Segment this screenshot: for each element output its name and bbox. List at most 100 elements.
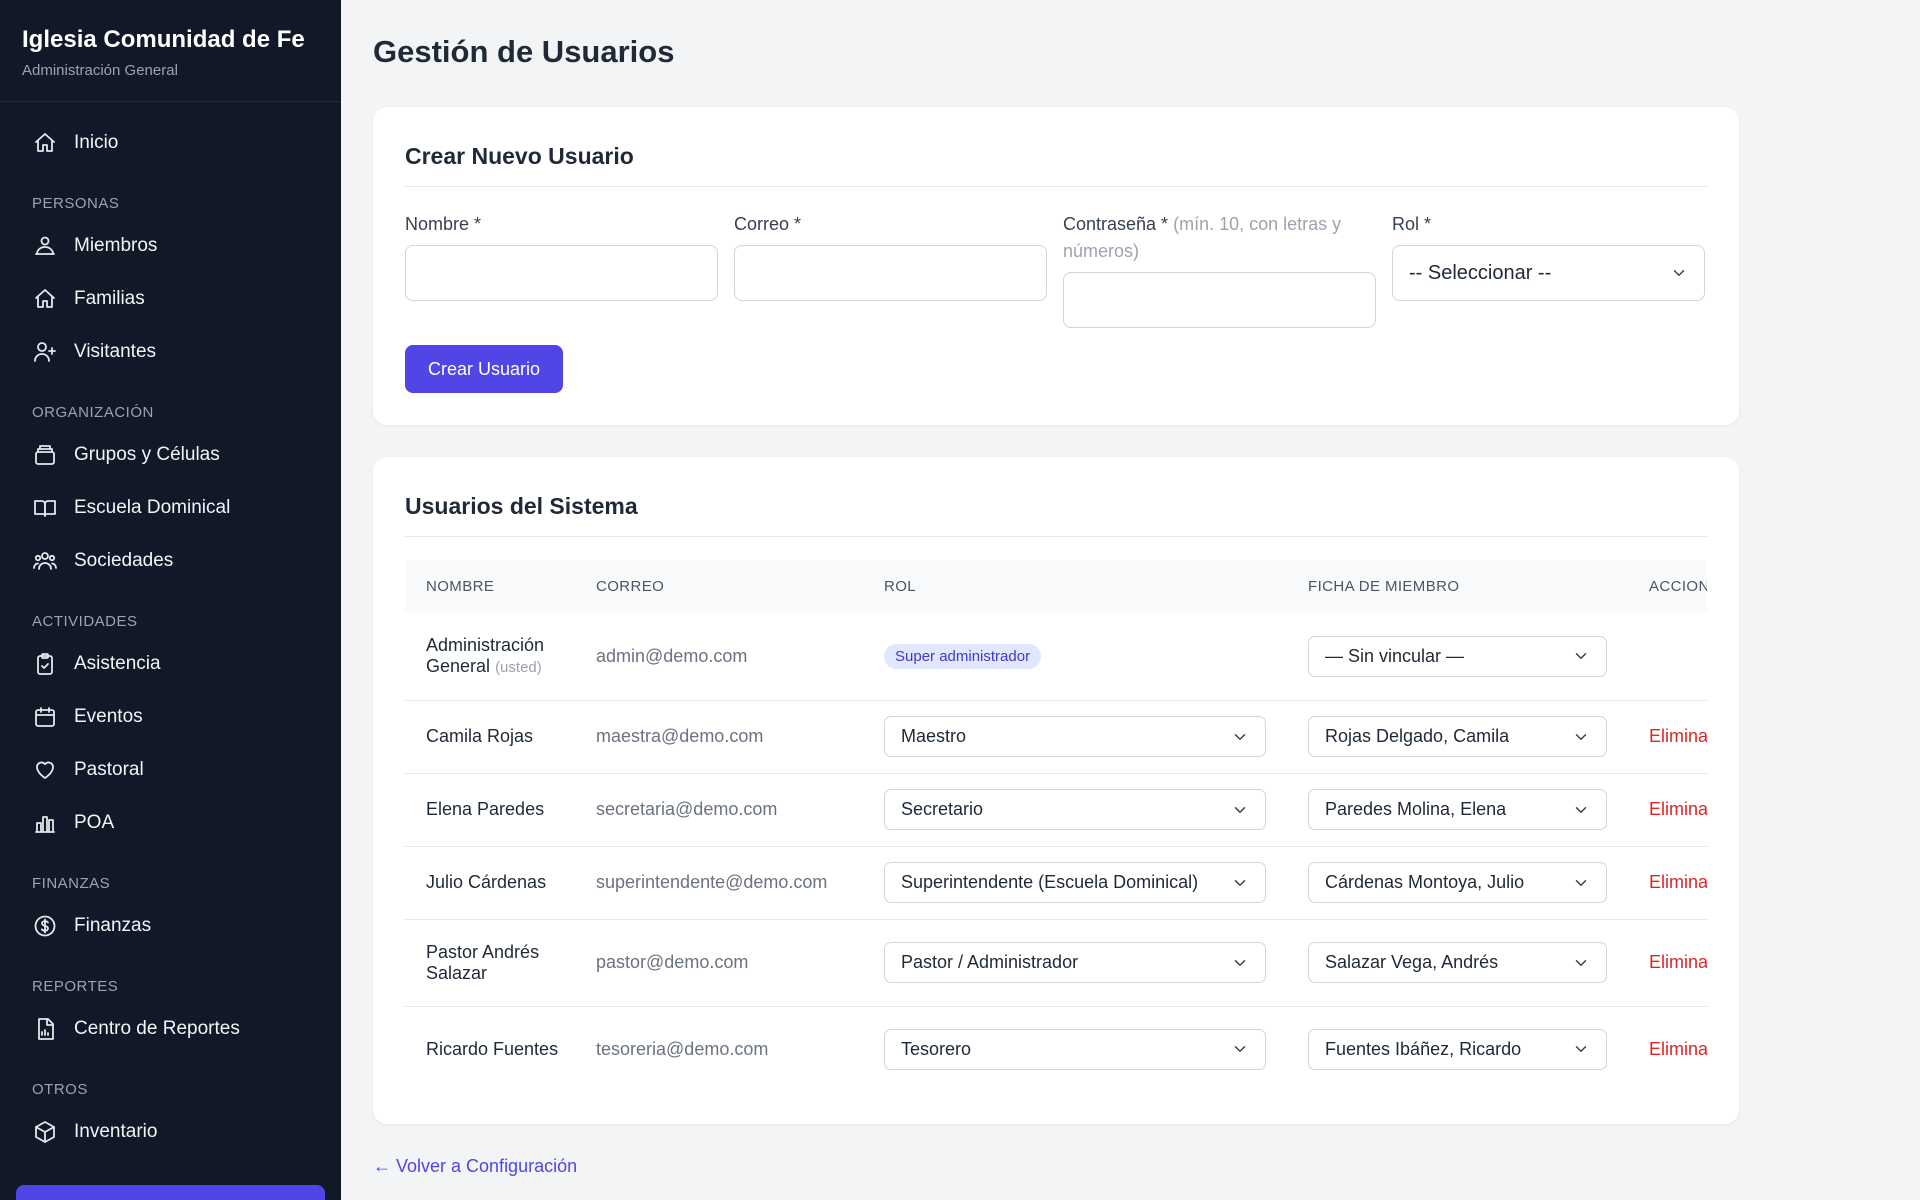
delete-user-button[interactable]: Eliminar <box>1649 799 1707 819</box>
role-select[interactable]: Secretario <box>884 789 1266 830</box>
sidebar-item-label: Sociedades <box>74 549 174 571</box>
user-member-cell: — Sin vincular — <box>1287 613 1628 701</box>
sidebar-nav: Inicio PERSONAS Miembros Familias Visita… <box>0 102 341 1158</box>
sidebar-item-label: POA <box>74 811 115 833</box>
member-select[interactable]: Paredes Molina, Elena <box>1308 789 1607 830</box>
role-select[interactable]: Superintendente (Escuela Dominical) <box>884 862 1266 903</box>
create-user-title: Crear Nuevo Usuario <box>405 143 634 169</box>
chevron-down-icon <box>1234 1046 1246 1053</box>
member-select[interactable]: Cárdenas Montoya, Julio <box>1308 862 1607 903</box>
delete-user-button[interactable]: Eliminar <box>1649 1039 1707 1059</box>
back-to-settings-link[interactable]: ← Volver a Configuración <box>373 1156 577 1177</box>
sidebar-item-active[interactable] <box>16 1185 325 1200</box>
sidebar-item-poa[interactable]: POA <box>0 796 341 849</box>
member-select-value: Paredes Molina, Elena <box>1325 799 1507 819</box>
member-select[interactable]: Rojas Delgado, Camila <box>1308 716 1607 757</box>
user-member-cell: Salazar Vega, Andrés <box>1287 919 1628 1007</box>
sidebar-item-label: Finanzas <box>74 914 152 936</box>
members-icon <box>32 233 58 259</box>
sidebar-item-centro-reportes[interactable]: Centro de Reportes <box>0 1002 341 1055</box>
users-icon <box>32 548 58 574</box>
email-label: Correo * <box>734 214 802 234</box>
sidebar-item-inicio[interactable]: Inicio <box>0 116 341 169</box>
sidebar-item-finanzas[interactable]: Finanzas <box>0 899 341 952</box>
report-icon <box>32 1016 58 1042</box>
book-open-icon <box>32 495 58 521</box>
table-header: NOMBRE CORREO ROL FICHA DE MIEMBRO ACCIO… <box>405 560 1707 613</box>
main-content: Gestión de Usuarios Crear Nuevo Usuario … <box>341 0 1920 1200</box>
create-user-button[interactable]: Crear Usuario <box>405 345 563 393</box>
sidebar-item-eventos[interactable]: Eventos <box>0 690 341 743</box>
user-name-cell: Administración General (usted) <box>405 613 575 701</box>
brand-title: Iglesia Comunidad de Fe <box>22 26 305 53</box>
table-row: Pastor Andrés Salazar pastor@demo.com Pa… <box>405 919 1707 1007</box>
column-header-ficha: FICHA DE MIEMBRO <box>1308 578 1460 595</box>
chevron-down-icon <box>1575 806 1587 813</box>
user-action-cell: Eliminar <box>1628 1006 1707 1092</box>
name-input[interactable] <box>405 245 718 301</box>
sidebar-item-escuela-dominical[interactable]: Escuela Dominical <box>0 481 341 534</box>
user-name: Ricardo Fuentes <box>426 1038 559 1059</box>
sidebar-section-actividades: ACTIVIDADES <box>32 613 138 630</box>
sidebar-item-label: Centro de Reportes <box>74 1017 240 1039</box>
sidebar-item-inventario[interactable]: Inventario <box>0 1105 341 1158</box>
member-select[interactable]: Fuentes Ibáñez, Ricardo <box>1308 1028 1607 1070</box>
role-select-value: Secretario <box>901 799 984 819</box>
sidebar-item-sociedades[interactable]: Sociedades <box>0 534 341 587</box>
role-select[interactable]: Pastor / Administrador <box>884 942 1266 983</box>
user-email: admin@demo.com <box>575 613 863 701</box>
member-select-value: Fuentes Ibáñez, Ricardo <box>1325 1038 1522 1059</box>
sidebar-section-otros: OTROS <box>32 1081 88 1098</box>
home-icon <box>32 130 58 156</box>
role-label: Rol * <box>1392 214 1432 234</box>
current-user-suffix: (usted) <box>495 659 542 677</box>
user-role-cell: Superintendente (Escuela Dominical) <box>863 846 1287 920</box>
chevron-down-icon <box>1234 806 1246 813</box>
users-title: Usuarios del Sistema <box>405 493 638 519</box>
delete-user-button[interactable]: Eliminar <box>1649 872 1707 892</box>
delete-user-button[interactable]: Eliminar <box>1649 726 1707 746</box>
password-input[interactable] <box>1063 272 1376 328</box>
email-input[interactable] <box>734 245 1047 301</box>
sidebar-item-label: Familias <box>74 287 145 309</box>
chevron-down-icon <box>1234 733 1246 740</box>
table-row: Camila Rojas maestra@demo.com Maestro Ro… <box>405 700 1707 774</box>
role-select[interactable]: Tesorero <box>884 1028 1266 1070</box>
sidebar-item-asistencia[interactable]: Asistencia <box>0 637 341 690</box>
sidebar-item-label: Inventario <box>74 1120 158 1142</box>
member-select-value: Salazar Vega, Andrés <box>1325 952 1499 972</box>
user-member-cell: Cárdenas Montoya, Julio <box>1287 846 1628 920</box>
chevron-down-icon <box>1575 959 1587 966</box>
role-badge: Super administrador <box>884 643 1042 669</box>
brand-subtitle: Administración General <box>22 62 178 79</box>
role-select[interactable]: Maestro <box>884 716 1266 757</box>
create-user-card: Crear Nuevo Usuario Nombre * Correo * Co… <box>373 107 1739 425</box>
user-role-cell: Tesorero <box>863 1006 1287 1092</box>
brand: Iglesia Comunidad de Fe Administración G… <box>0 0 341 102</box>
role-select-value: Tesorero <box>901 1038 972 1059</box>
user-name: Elena Paredes <box>405 773 575 847</box>
user-role-cell: Maestro <box>863 700 1287 774</box>
role-select-value: Pastor / Administrador <box>901 952 1079 972</box>
sidebar-item-pastoral[interactable]: Pastoral <box>0 743 341 796</box>
sidebar-section-organizacion: ORGANIZACIÓN <box>32 404 154 421</box>
role-select[interactable]: -- Seleccionar -- <box>1392 245 1705 301</box>
delete-user-button[interactable]: Eliminar <box>1649 952 1707 972</box>
password-field: Contraseña * (mín. 10, con letras y núme… <box>1063 211 1376 328</box>
sidebar-item-label: Asistencia <box>74 652 161 674</box>
table-row: Julio Cárdenas superintendente@demo.com … <box>405 846 1707 920</box>
sidebar-item-visitantes[interactable]: Visitantes <box>0 325 341 378</box>
user-action-cell: Eliminar <box>1628 846 1707 920</box>
member-select[interactable]: Salazar Vega, Andrés <box>1308 942 1607 983</box>
table-row: Administración General (usted) admin@dem… <box>405 613 1707 701</box>
user-name: Pastor Andrés Salazar <box>405 919 575 1007</box>
sidebar-item-grupos[interactable]: Grupos y Células <box>0 428 341 481</box>
sidebar-item-miembros[interactable]: Miembros <box>0 219 341 272</box>
member-select[interactable]: — Sin vincular — <box>1308 635 1607 677</box>
calendar-icon <box>32 704 58 730</box>
chevron-down-icon <box>1575 1046 1587 1053</box>
sidebar-item-familias[interactable]: Familias <box>0 272 341 325</box>
sidebar: Iglesia Comunidad de Fe Administración G… <box>0 0 341 1200</box>
chevron-down-icon <box>1575 653 1587 660</box>
user-plus-icon <box>32 339 58 365</box>
